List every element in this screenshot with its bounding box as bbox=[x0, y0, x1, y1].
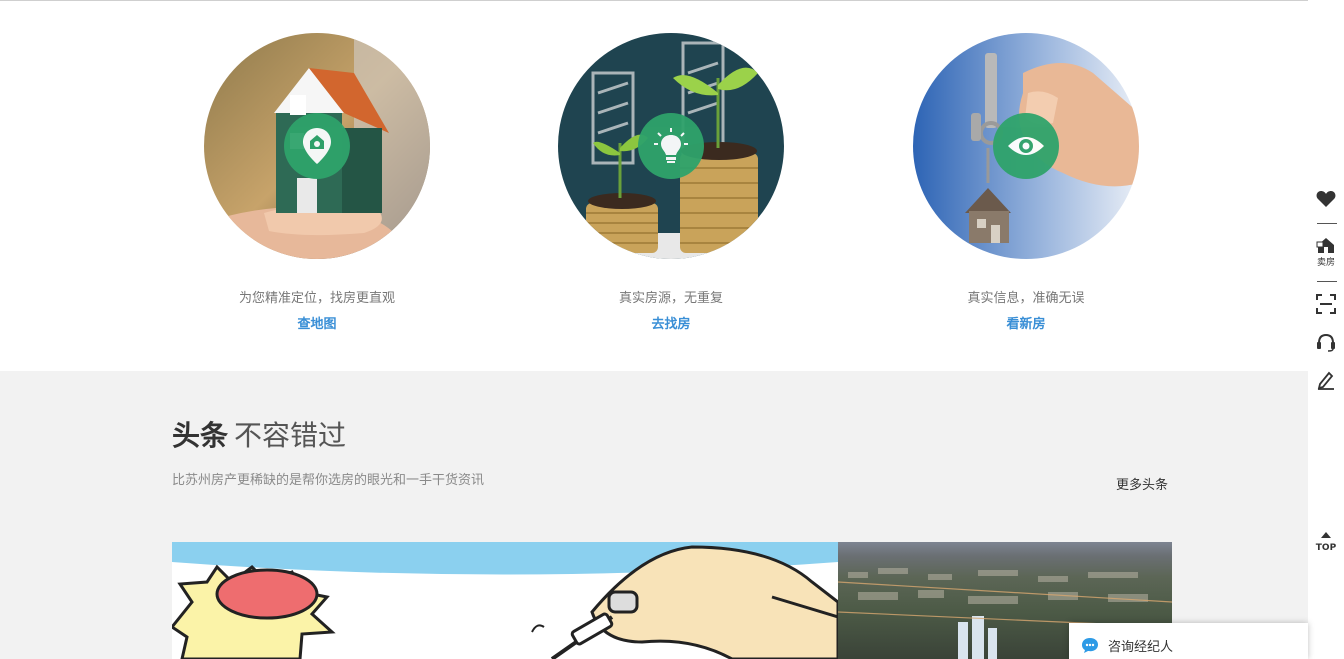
chat-bubble-icon bbox=[1082, 638, 1098, 653]
feedback-button[interactable] bbox=[1308, 370, 1344, 394]
location-pin-icon bbox=[284, 113, 350, 179]
toolbar-divider bbox=[1317, 281, 1337, 282]
feature-desc: 真实房源，无重复 bbox=[618, 291, 723, 306]
feature-image-house[interactable] bbox=[204, 33, 430, 259]
headset-icon bbox=[1317, 333, 1335, 352]
new-homes-link[interactable]: 看新房 bbox=[866, 315, 1186, 335]
find-house-link[interactable]: 去找房 bbox=[511, 315, 831, 335]
favorites-button[interactable] bbox=[1308, 190, 1344, 212]
section-title: 头条 不容错过 bbox=[172, 419, 346, 453]
sell-house-icon bbox=[1316, 238, 1334, 253]
feature-image-keys[interactable] bbox=[913, 33, 1139, 259]
lightbulb-icon bbox=[638, 113, 704, 179]
feature-desc: 真实信息，准确无误 bbox=[967, 291, 1085, 306]
feature-new-homes: 真实信息，准确无误 看新房 bbox=[866, 33, 1186, 335]
feature-desc: 为您精准定位，找房更直观 bbox=[238, 291, 395, 306]
feature-map: 为您精准定位，找房更直观 查地图 bbox=[157, 33, 477, 335]
eye-icon bbox=[993, 113, 1059, 179]
section-subtitle: 比苏州房产更稀缺的是帮你选房的眼光和一手干货资讯 bbox=[172, 473, 485, 488]
sell-house-button[interactable]: 卖房 bbox=[1308, 236, 1344, 268]
feature-image-coins[interactable] bbox=[558, 33, 784, 259]
toolbar-divider bbox=[1317, 223, 1337, 224]
headlines-section: 头条 不容错过 比苏州房产更稀缺的是帮你选房的眼光和一手干货资讯 更多头条 bbox=[0, 371, 1308, 659]
scan-button[interactable] bbox=[1308, 294, 1344, 318]
customer-service-button[interactable] bbox=[1308, 332, 1344, 356]
consult-agent-button[interactable]: 咨询经纪人 bbox=[1069, 623, 1308, 659]
sell-house-label: 卖房 bbox=[1316, 258, 1335, 268]
scan-icon bbox=[1316, 294, 1336, 314]
back-to-top-label: TOP bbox=[1315, 543, 1337, 553]
section-title-bold: 头条 bbox=[172, 419, 229, 452]
heart-icon bbox=[1316, 191, 1336, 207]
back-to-top-button[interactable]: TOP bbox=[1308, 524, 1344, 553]
edit-icon bbox=[1317, 371, 1334, 390]
back-to-top-icon bbox=[1321, 532, 1331, 538]
section-title-rest: 不容错过 bbox=[234, 419, 347, 452]
consult-agent-label: 咨询经纪人 bbox=[1108, 640, 1174, 655]
view-map-link[interactable]: 查地图 bbox=[157, 315, 477, 335]
right-toolbar: 卖房 TOP bbox=[1308, 0, 1344, 659]
headline-image-cartoon[interactable] bbox=[172, 542, 838, 659]
feature-section: 为您精准定位，找房更直观 查地图 真实房源，无重复 去找房 真实信息，准确无误 … bbox=[0, 1, 1308, 371]
feature-search: 真实房源，无重复 去找房 bbox=[511, 33, 831, 335]
more-headlines-link[interactable]: 更多头条 bbox=[1116, 474, 1168, 493]
